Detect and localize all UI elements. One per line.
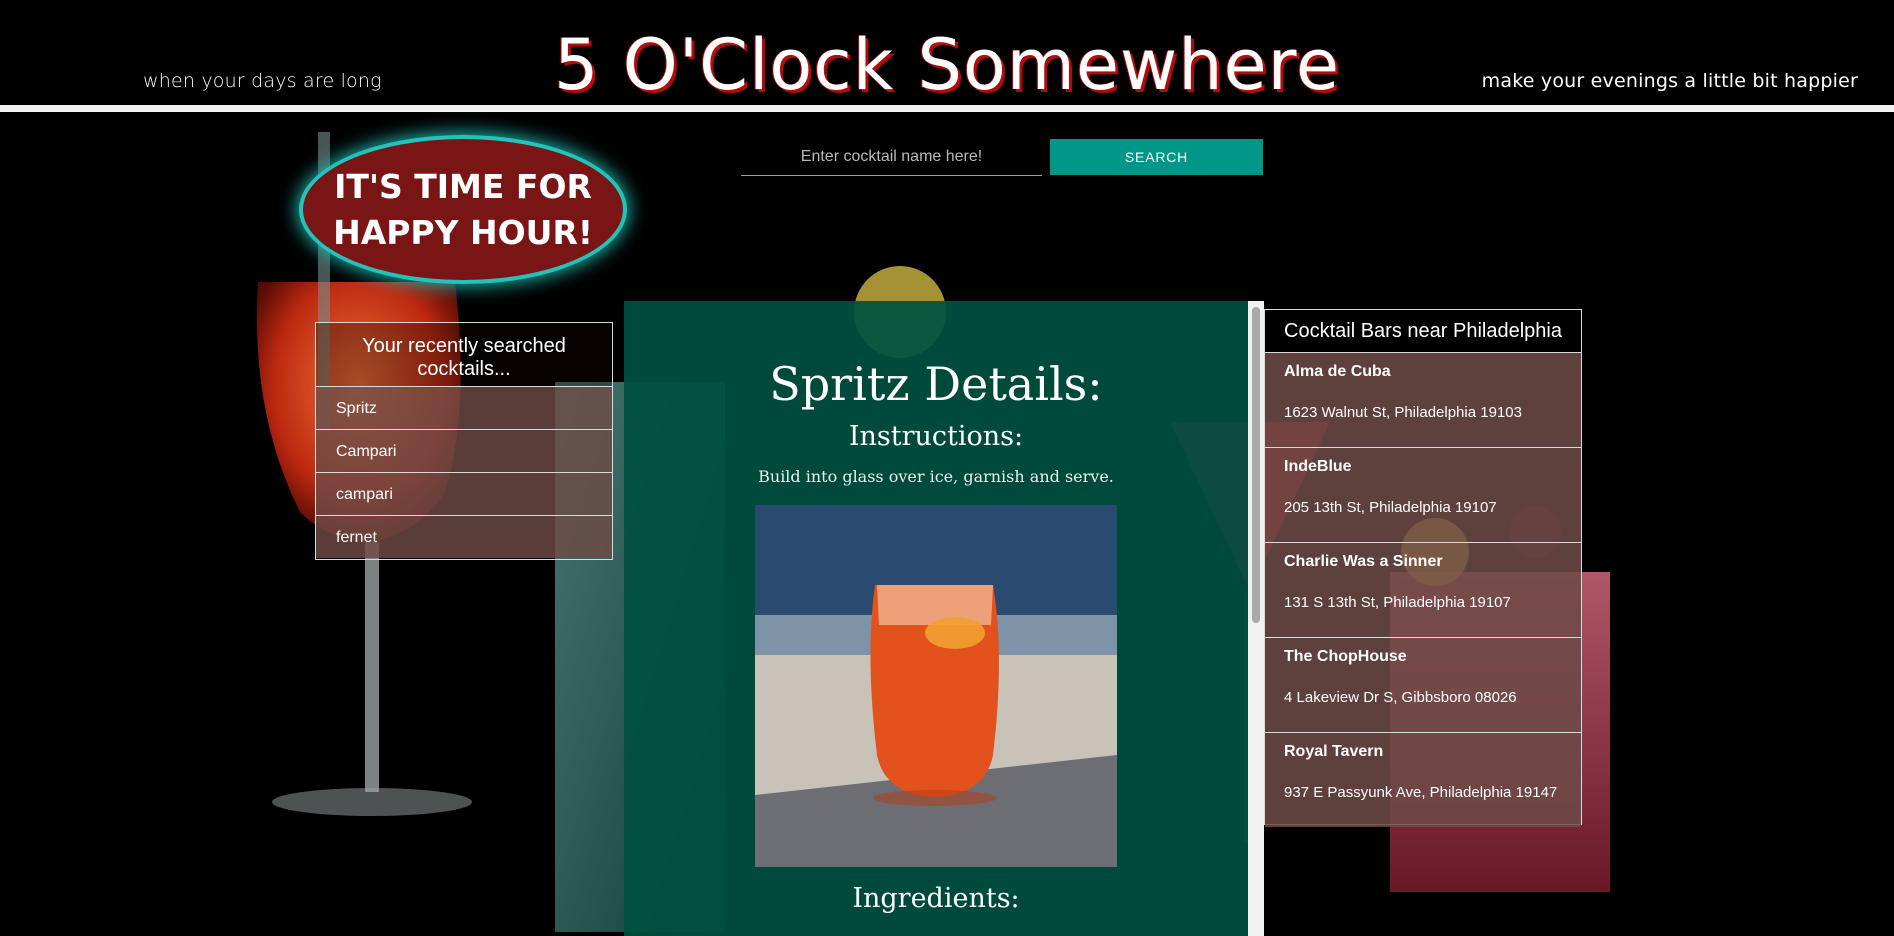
bar-address: 131 S 13th St, Philadelphia 19107 [1284, 594, 1511, 611]
bar-address: 1623 Walnut St, Philadelphia 19103 [1284, 404, 1522, 421]
ingredients-heading: Ingredients: [852, 883, 1020, 914]
bar-address: 205 13th St, Philadelphia 19107 [1284, 499, 1497, 516]
bar-list-item[interactable]: IndeBlue 205 13th St, Philadelphia 19107 [1265, 447, 1581, 542]
bar-name: IndeBlue [1284, 458, 1352, 475]
recent-search-item[interactable]: Spritz [316, 386, 612, 429]
nearby-bars-title: Cocktail Bars near Philadelphia [1265, 310, 1581, 352]
nearby-bars-panel: Cocktail Bars near Philadelphia Alma de … [1264, 309, 1582, 827]
bar-list-item[interactable]: Alma de Cuba 1623 Walnut St, Philadelphi… [1265, 352, 1581, 447]
happy-hour-badge: IT'S TIME FOR HAPPY HOUR! [303, 139, 623, 280]
recent-search-item[interactable]: Campari [316, 429, 612, 472]
instructions-text: Build into glass over ice, garnish and s… [758, 467, 1114, 486]
bar-address: 937 E Passyunk Ave, Philadelphia 19147 [1284, 784, 1558, 801]
cocktail-search-input[interactable] [741, 139, 1042, 176]
recent-search-item[interactable]: fernet [316, 515, 612, 558]
recent-searches-title: Your recently searched cocktails... [316, 323, 612, 386]
recent-search-item[interactable]: campari [316, 472, 612, 515]
header-divider [0, 105, 1894, 112]
bar-list-item[interactable]: The ChopHouse 4 Lakeview Dr S, Gibbsboro… [1265, 637, 1581, 732]
tagline-right: make your evenings a little bit happier [1481, 70, 1858, 92]
bar-name: Charlie Was a Sinner [1284, 553, 1443, 570]
bar-list-item[interactable]: Charlie Was a Sinner 131 S 13th St, Phil… [1265, 542, 1581, 637]
bar-name: The ChopHouse [1284, 648, 1407, 665]
badge-line-1: IT'S TIME FOR [334, 166, 592, 206]
site-title: 5 O'Clock Somewhere [553, 24, 1341, 106]
cocktail-details-panel: Spritz Details: Instructions: Build into… [624, 301, 1248, 936]
badge-line-2: HAPPY HOUR! [333, 212, 593, 252]
bar-name: Royal Tavern [1284, 743, 1384, 760]
site-header: when your days are long 5 O'Clock Somewh… [0, 0, 1894, 106]
bar-name: Alma de Cuba [1284, 363, 1391, 380]
details-scrollbar-thumb[interactable] [1252, 307, 1260, 623]
bar-list-item[interactable]: Royal Tavern 937 E Passyunk Ave, Philade… [1265, 732, 1581, 827]
cocktail-photo [755, 505, 1117, 867]
bar-address: 4 Lakeview Dr S, Gibbsboro 08026 [1284, 689, 1517, 706]
instructions-heading: Instructions: [848, 421, 1024, 452]
details-title: Spritz Details: [769, 357, 1103, 411]
search-button[interactable]: SEARCH [1050, 139, 1263, 175]
recent-searches-panel: Your recently searched cocktails... Spri… [315, 322, 613, 560]
